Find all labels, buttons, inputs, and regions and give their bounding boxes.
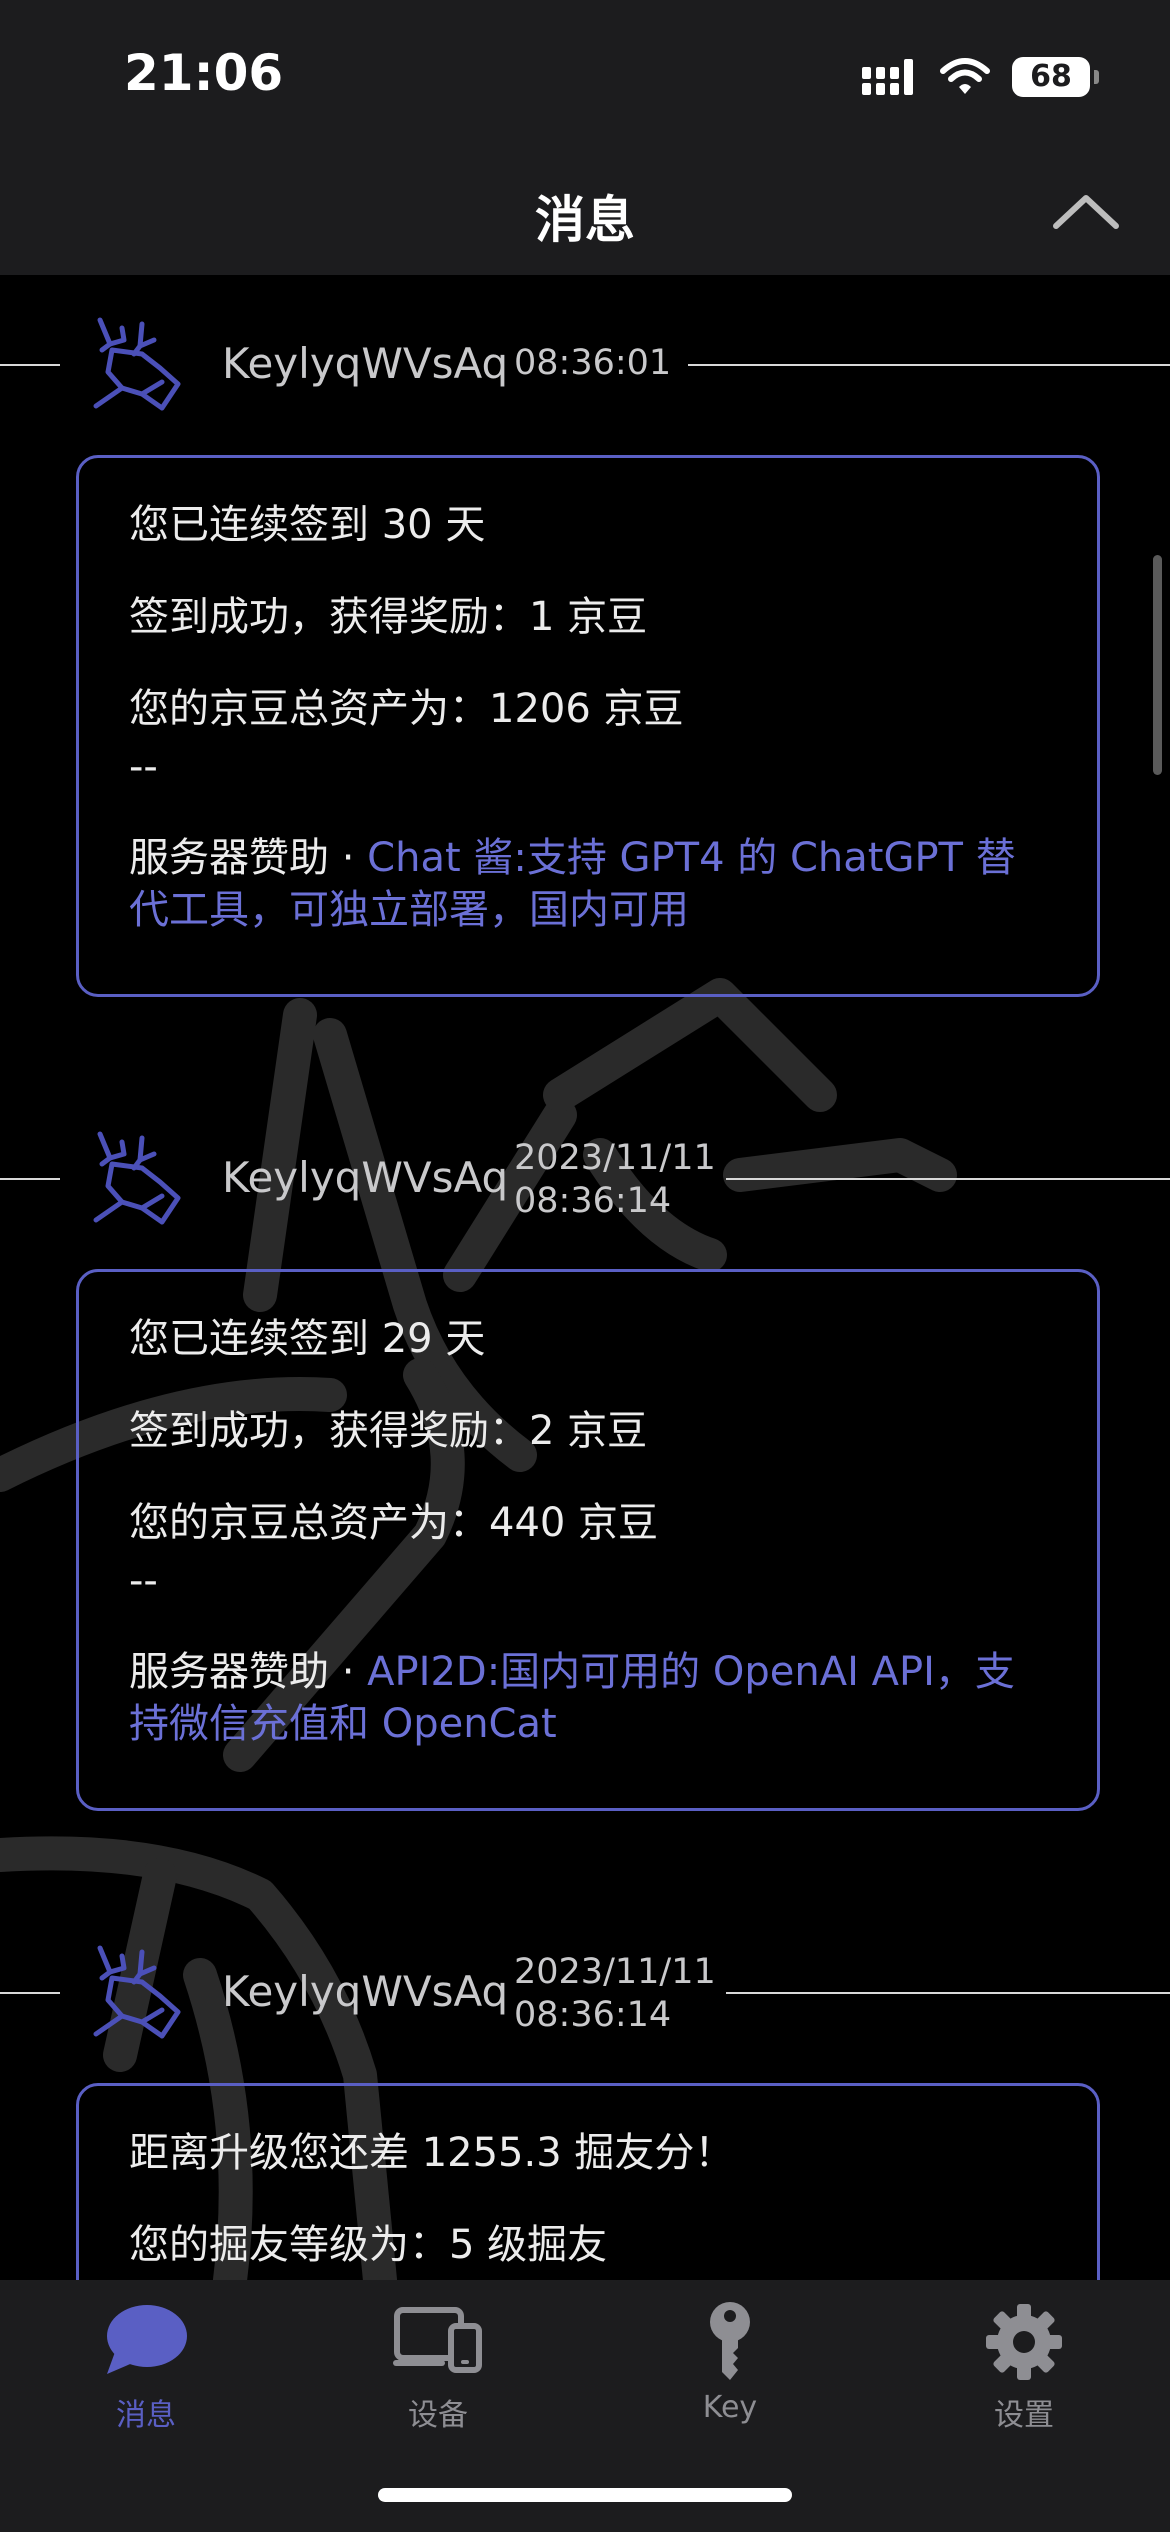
message-time: 08:36:01	[514, 343, 672, 383]
tab-label: 设备	[408, 2398, 468, 2433]
page-title: 消息	[535, 191, 635, 249]
tab-settings[interactable]: 设置	[924, 2300, 1124, 2450]
message-date: 2023/11/11	[514, 1952, 716, 1992]
sender-name: KeylyqWVsAq	[222, 339, 509, 388]
divider-line	[0, 1992, 60, 1994]
message-line: 您的京豆总资产为：440 京豆	[129, 1500, 659, 1546]
divider-line	[726, 1992, 1170, 1994]
tab-label: 设置	[994, 2398, 1054, 2433]
devices-icon	[393, 2307, 482, 2373]
message-separator: --	[129, 744, 158, 790]
sponsor-prefix: 服务器赞助 ·	[129, 835, 368, 881]
chevron-up-icon[interactable]	[1044, 182, 1128, 242]
message-line: 您已连续签到 30 天	[129, 502, 486, 548]
message-card[interactable]: 距离升级您还差 1255.3 掘友分！ 您的掘友等级为：5 级掘友	[76, 2083, 1100, 2280]
deer-avatar-icon	[93, 1131, 181, 1225]
message-item: KeylyqWVsAq 2023/11/11 08:36:14 距离升级您还差 1…	[0, 1923, 1170, 2280]
cellular-signal-icon	[862, 59, 913, 95]
message-line: 您的掘友等级为：5 级掘友	[129, 2222, 608, 2268]
status-time: 21:06	[124, 44, 284, 102]
message-header: KeylyqWVsAq 08:36:01	[0, 295, 1170, 435]
tab-key[interactable]: Key	[630, 2300, 830, 2450]
status-bar: 21:06 68	[0, 0, 1170, 150]
message-header: KeylyqWVsAq 2023/11/11 08:36:14	[0, 1923, 1170, 2063]
tab-label: 消息	[116, 2398, 176, 2433]
divider-line	[0, 364, 60, 366]
message-header: KeylyqWVsAq 2023/11/11 08:36:14	[0, 1109, 1170, 1249]
message-time: 08:36:14	[514, 1181, 672, 1221]
message-date: 2023/11/11	[514, 1138, 716, 1178]
message-timestamp: 2023/11/11 08:36:14	[514, 1951, 716, 2037]
message-time: 08:36:14	[514, 1995, 672, 2035]
key-icon	[710, 2302, 750, 2380]
battery-indicator: 68	[1012, 57, 1099, 97]
message-timestamp: 2023/11/11 08:36:14	[514, 1137, 716, 1223]
tab-label: Key	[702, 2390, 758, 2425]
message-list: KeylyqWVsAq 08:36:01 您已连续签到 30 天 签到成功，获得…	[0, 275, 1170, 2280]
sender-name: KeylyqWVsAq	[222, 1967, 509, 2016]
tab-devices[interactable]: 设备	[338, 2300, 538, 2450]
nav-bar: 消息	[0, 150, 1170, 275]
sponsor-text: 服务器赞助 · Chat 酱:支持 GPT4 的 ChatGPT 替代工具，可独…	[129, 832, 1047, 936]
sponsor-prefix: 服务器赞助 ·	[129, 1649, 368, 1695]
message-line: 您已连续签到 29 天	[129, 1316, 486, 1362]
message-separator: --	[129, 1558, 158, 1604]
message-line: 签到成功，获得奖励：2 京豆	[129, 1408, 648, 1454]
home-indicator[interactable]	[378, 2488, 792, 2502]
message-line: 距离升级您还差 1255.3 掘友分！	[129, 2130, 735, 2176]
scroll-indicator[interactable]	[1153, 555, 1162, 775]
sponsor-text: 服务器赞助 · API2D:国内可用的 OpenAI API，支持微信充值和 O…	[129, 1646, 1047, 1750]
message-item: KeylyqWVsAq 08:36:01 您已连续签到 30 天 签到成功，获得…	[0, 295, 1170, 997]
battery-level: 68	[1030, 59, 1072, 94]
message-card[interactable]: 您已连续签到 29 天 签到成功，获得奖励：2 京豆 您的京豆总资产为：440 …	[76, 1269, 1100, 1811]
wifi-icon	[940, 58, 990, 94]
message-line: 您的京豆总资产为：1206 京豆	[129, 686, 684, 732]
status-icons: 68	[862, 50, 1099, 104]
tab-messages[interactable]: 消息	[46, 2300, 246, 2450]
message-card[interactable]: 您已连续签到 30 天 签到成功，获得奖励：1 京豆 您的京豆总资产为：1206…	[76, 455, 1100, 997]
chat-bubble-icon	[107, 2305, 187, 2374]
sender-name: KeylyqWVsAq	[222, 1153, 509, 1202]
divider-line	[688, 364, 1170, 366]
message-line: 签到成功，获得奖励：1 京豆	[129, 594, 648, 640]
deer-avatar-icon	[93, 1945, 181, 2039]
battery-cap	[1094, 70, 1099, 84]
message-item: KeylyqWVsAq 2023/11/11 08:36:14 您已连续签到 29…	[0, 1109, 1170, 1811]
deer-avatar-icon	[93, 317, 181, 411]
divider-line	[726, 1178, 1170, 1180]
gear-icon	[986, 2304, 1062, 2380]
divider-line	[0, 1178, 60, 1180]
